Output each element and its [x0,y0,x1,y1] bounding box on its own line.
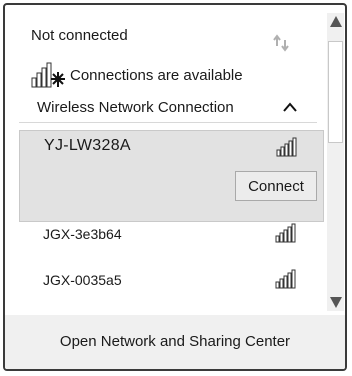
signal-bars-icon [276,137,297,157]
network-item[interactable]: JGX-0035a5 [19,263,324,299]
refresh-icon[interactable] [270,33,292,53]
signal-bars-icon [275,223,296,243]
network-ssid: YJ-LW328A [44,137,131,154]
scroll-up-button[interactable] [327,13,344,30]
scroll-down-arrow-icon [329,297,342,308]
network-item-selected[interactable]: YJ-LW328A Connect [19,130,324,222]
flyout-footer: Open Network and Sharing Center [5,315,345,369]
chevron-up-icon[interactable] [283,102,297,112]
signal-bars-icon [275,269,296,289]
scroll-down-button[interactable] [327,294,344,311]
network-item[interactable]: JGX-3e3b64 [19,217,324,253]
section-title: Wireless Network Connection [37,99,234,116]
open-network-center-link[interactable]: Open Network and Sharing Center [5,333,345,350]
connection-status: Not connected [31,27,128,44]
wireless-section-header[interactable]: Wireless Network Connection [19,93,317,123]
availability-text: Connections are available [70,67,243,84]
scroll-thumb[interactable] [328,41,343,143]
network-ssid: JGX-0035a5 [43,272,122,288]
network-flyout: Not connected Connections are available … [3,3,347,371]
wifi-available-icon [31,62,65,88]
scroll-up-arrow-icon [329,16,342,27]
connect-button[interactable]: Connect [235,171,317,201]
scrollbar[interactable] [327,13,344,311]
network-ssid: JGX-3e3b64 [43,226,122,242]
